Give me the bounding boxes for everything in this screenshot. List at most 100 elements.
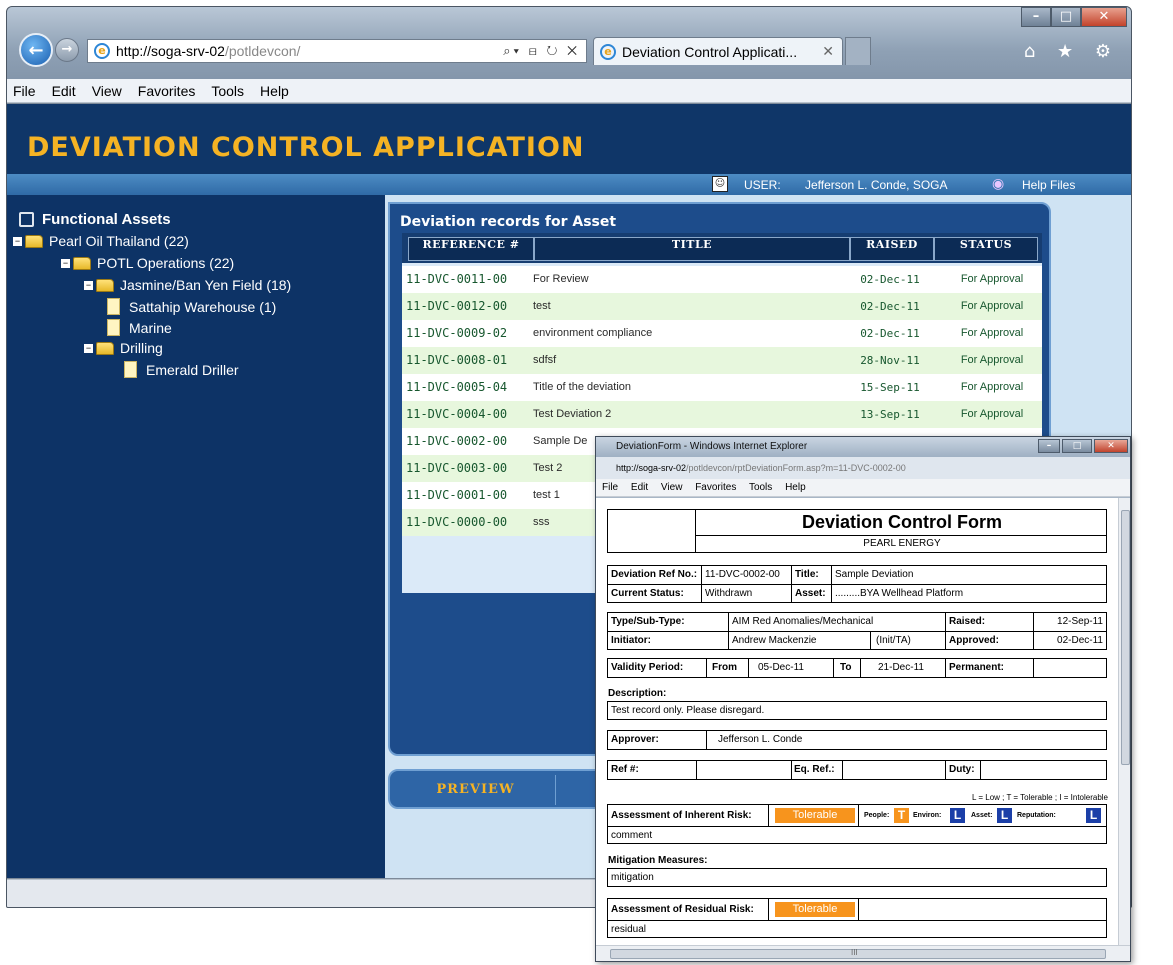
forward-button[interactable]: → bbox=[55, 38, 79, 62]
form-divider bbox=[696, 761, 697, 779]
popup-minimize-button[interactable]: – bbox=[1038, 439, 1060, 453]
records-title: Deviation records for Asset bbox=[400, 214, 617, 230]
tree-item-pearl-oil-thailand[interactable]: − Pearl Oil Thailand (22) bbox=[13, 233, 189, 249]
cell-reference: 11-DVC-0002-00 bbox=[406, 434, 508, 448]
raised-value: 12-Sep-11 bbox=[1057, 616, 1103, 627]
refno-label: Ref #: bbox=[611, 764, 639, 775]
cell-reference: 11-DVC-0008-01 bbox=[406, 353, 508, 367]
help-files-link[interactable]: Help Files bbox=[1022, 178, 1075, 192]
preview-button[interactable]: PREVIEW bbox=[396, 775, 556, 805]
table-row[interactable]: 11-DVC-0009-02 environment compliance 02-D… bbox=[402, 320, 1042, 347]
tree-item-potl-operations[interactable]: − POTL Operations (22) bbox=[61, 255, 234, 271]
collapse-icon[interactable]: − bbox=[84, 280, 93, 290]
table-row[interactable]: 11-DVC-0008-01 sdfsf 28-Nov-11 For Approval bbox=[402, 347, 1042, 374]
menu-view[interactable]: View bbox=[92, 83, 122, 99]
form-divider bbox=[858, 805, 859, 826]
column-header-raised[interactable]: RAISED bbox=[850, 237, 934, 261]
collapse-icon[interactable]: − bbox=[84, 343, 93, 353]
back-button[interactable]: ← bbox=[19, 33, 53, 67]
minimize-button[interactable]: – bbox=[1021, 7, 1051, 27]
cell-title: Test Deviation 2 bbox=[533, 408, 612, 420]
to-label: To bbox=[840, 662, 852, 673]
description-value: Test record only. Please disregard. bbox=[611, 705, 765, 716]
popup-menu-help[interactable]: Help bbox=[785, 482, 806, 493]
menu-help[interactable]: Help bbox=[260, 83, 289, 99]
close-button[interactable]: ✕ bbox=[1081, 7, 1127, 27]
popup-vertical-scrollbar[interactable] bbox=[1118, 498, 1130, 945]
collapse-icon[interactable]: − bbox=[61, 258, 70, 268]
new-tab-button[interactable] bbox=[845, 37, 871, 65]
cell-title: sdfsf bbox=[533, 354, 557, 366]
tree-item-emerald-driller[interactable]: Emerald Driller bbox=[124, 361, 239, 378]
computer-icon bbox=[19, 212, 34, 227]
risk-legend: L = Low ; T = Tolerable ; I = Intolerabl… bbox=[971, 793, 1108, 802]
column-header-title[interactable]: TITLE bbox=[534, 237, 850, 261]
asset-risk-badge: L bbox=[997, 808, 1012, 823]
form-divider bbox=[831, 566, 832, 602]
inherent-risk-value: Tolerable bbox=[775, 808, 855, 823]
address-tools[interactable]: ⌕▾ ⊟ ↻ ✕ bbox=[503, 43, 586, 59]
scroll-grip: III bbox=[851, 948, 858, 957]
home-favorites-tools-icons[interactable]: ⌂ ★ ⚙ bbox=[1024, 41, 1119, 62]
cell-raised: 13-Sep-11 bbox=[860, 408, 920, 421]
inherent-risk-label: Assessment of Inherent Risk: bbox=[611, 810, 752, 821]
tree-root[interactable]: Functional Assets bbox=[19, 211, 171, 228]
popup-horizontal-scrollbar[interactable]: III bbox=[596, 945, 1130, 961]
cell-status: For Approval bbox=[960, 300, 1024, 312]
cell-title: Title of the deviation bbox=[533, 381, 632, 393]
form-divider bbox=[1033, 659, 1034, 677]
table-row[interactable]: 11-DVC-0012-00 test 02-Dec-11 For Approval bbox=[402, 293, 1042, 320]
address-bar[interactable]: e http://soga-srv-02/potldevcon/ ⌕▾ ⊟ ↻ … bbox=[87, 39, 587, 63]
maximize-button[interactable]: □ bbox=[1051, 7, 1081, 27]
popup-hscroll-thumb[interactable]: III bbox=[610, 948, 1106, 959]
asset-value: .........BYA Wellhead Platform bbox=[835, 588, 964, 599]
residual-risk-value: Tolerable bbox=[775, 902, 855, 917]
table-row[interactable]: 11-DVC-0004-00 Test Deviation 2 13-Sep-11 F… bbox=[402, 401, 1042, 428]
tree-item-drilling[interactable]: − Drilling bbox=[84, 340, 163, 356]
description-label: Description: bbox=[608, 688, 667, 699]
deviation-form-window: DeviationForm - Windows Internet Explore… bbox=[595, 436, 1131, 962]
tree-item-jasmine-ban-yen[interactable]: − Jasmine/Ban Yen Field (18) bbox=[84, 277, 291, 293]
cell-title: environment compliance bbox=[533, 327, 653, 339]
tree-item-marine[interactable]: Marine bbox=[107, 319, 172, 336]
table-row[interactable]: 11-DVC-0005-04 Title of the deviation 15-S… bbox=[402, 374, 1042, 401]
form-divider bbox=[748, 659, 749, 677]
help-icon[interactable]: ◉ bbox=[992, 175, 1004, 192]
user-name: Jefferson L. Conde, SOGA bbox=[805, 178, 948, 192]
company-name: PEARL ENERGY bbox=[863, 538, 941, 549]
form-divider bbox=[706, 659, 707, 677]
menu-file[interactable]: File bbox=[13, 83, 36, 99]
popup-scroll-thumb[interactable] bbox=[1121, 510, 1130, 765]
browser-tab[interactable]: e Deviation Control Applicati... ✕ bbox=[593, 37, 843, 65]
popup-menu-tools[interactable]: Tools bbox=[749, 482, 772, 493]
menu-favorites[interactable]: Favorites bbox=[138, 83, 196, 99]
type-initiator-box: Type/Sub-Type: AIM Red Anomalies/Mechani… bbox=[607, 612, 1107, 650]
form-divider bbox=[695, 535, 1107, 536]
form-divider bbox=[701, 566, 702, 602]
approved-value: 02-Dec-11 bbox=[1057, 635, 1103, 646]
column-header-reference[interactable]: REFERENCE # bbox=[408, 237, 534, 261]
column-header-status[interactable]: STATUS bbox=[934, 237, 1038, 261]
popup-menu-view[interactable]: View bbox=[661, 482, 683, 493]
popup-menu-edit[interactable]: Edit bbox=[631, 482, 648, 493]
validity-box: Validity Period: From 05-Dec-11 To 21-De… bbox=[607, 658, 1107, 678]
collapse-icon[interactable]: − bbox=[13, 236, 22, 246]
table-row[interactable]: 11-DVC-0011-00 For Review 02-Dec-11 For App… bbox=[402, 266, 1042, 293]
popup-menu-file[interactable]: File bbox=[602, 482, 618, 493]
popup-close-button[interactable]: ✕ bbox=[1094, 439, 1128, 453]
menu-edit[interactable]: Edit bbox=[52, 83, 76, 99]
popup-menu-favorites[interactable]: Favorites bbox=[695, 482, 736, 493]
cell-raised: 28-Nov-11 bbox=[860, 354, 920, 367]
tree-item-sattahip-warehouse[interactable]: Sattahip Warehouse (1) bbox=[107, 298, 276, 315]
menu-tools[interactable]: Tools bbox=[211, 83, 244, 99]
user-icon: ☺ bbox=[712, 176, 728, 192]
validity-label: Validity Period: bbox=[611, 662, 684, 673]
form-divider bbox=[791, 566, 792, 602]
popup-url-host: http://soga-srv-02 bbox=[616, 463, 687, 473]
tab-close-icon[interactable]: ✕ bbox=[822, 43, 834, 60]
popup-maximize-button[interactable]: □ bbox=[1062, 439, 1092, 453]
tree-item-label: Emerald Driller bbox=[146, 361, 239, 378]
form-divider bbox=[870, 631, 871, 649]
address-path: /potldevcon/ bbox=[224, 43, 301, 59]
environ-risk-badge: L bbox=[950, 808, 965, 823]
